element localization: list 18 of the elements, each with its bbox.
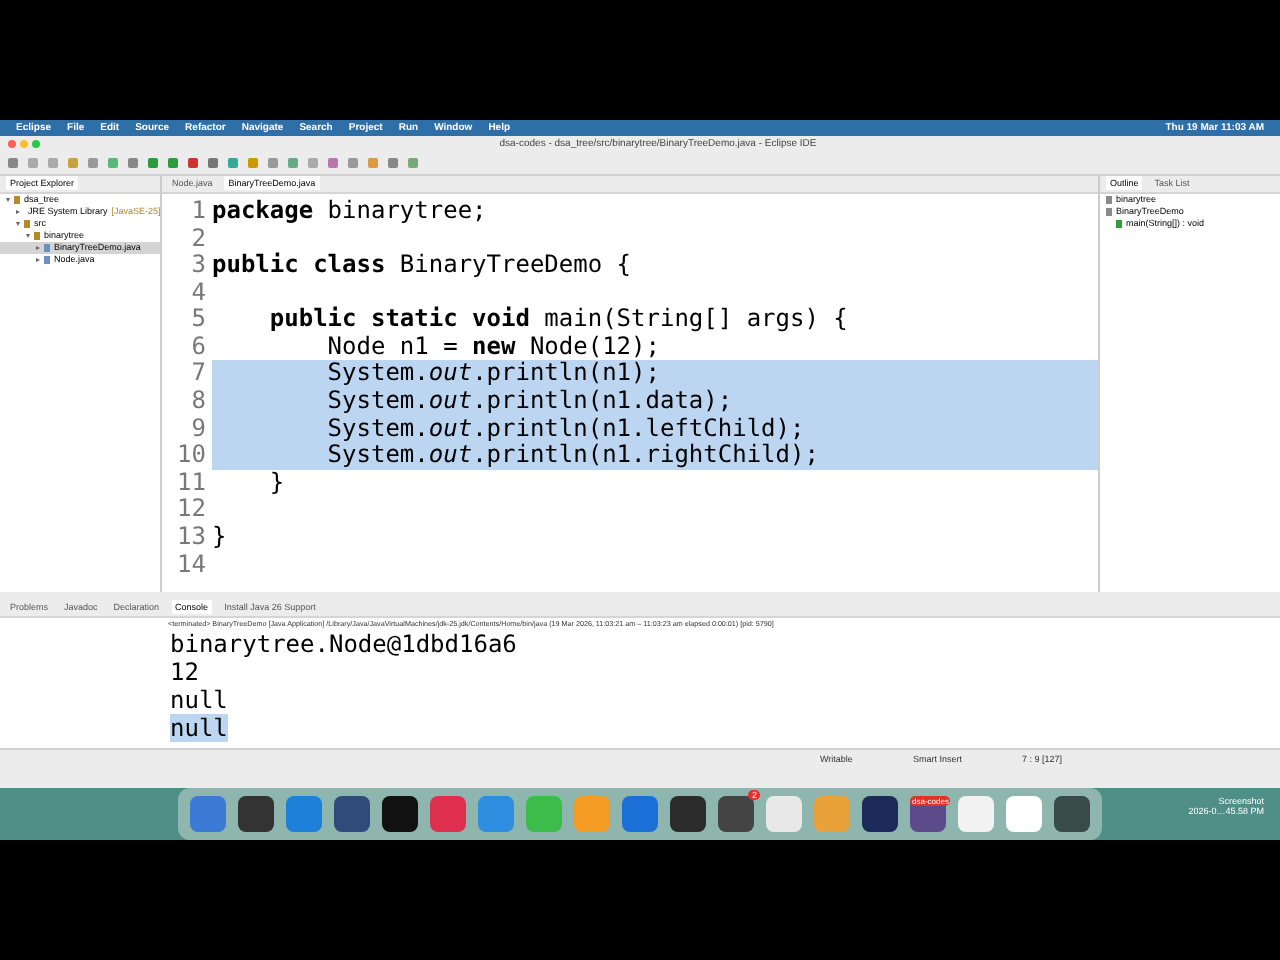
code-line: package binarytree; (212, 197, 489, 225)
code-line: public static void main(String[] args) { (267, 306, 850, 334)
code-line: } (267, 469, 287, 497)
minimize-icon[interactable] (20, 140, 28, 149)
code-line: } (212, 524, 229, 552)
app-icon[interactable] (862, 796, 898, 832)
console-line: binarytree.Node@1dbd16a6 (170, 629, 517, 658)
app-icon[interactable] (670, 796, 706, 832)
code-line: public class BinaryTreeDemo { (212, 252, 634, 280)
maximize-icon[interactable] (32, 140, 40, 149)
close-icon[interactable] (8, 140, 16, 149)
console-line: 12 (170, 657, 199, 686)
window-thumbnail[interactable] (1006, 796, 1042, 832)
console-line: null (170, 685, 228, 714)
app-icon[interactable] (382, 796, 418, 832)
app-icon[interactable] (238, 796, 274, 832)
app-icon[interactable] (334, 796, 370, 832)
code-line: Node n1 = new Node(12); (325, 333, 660, 361)
